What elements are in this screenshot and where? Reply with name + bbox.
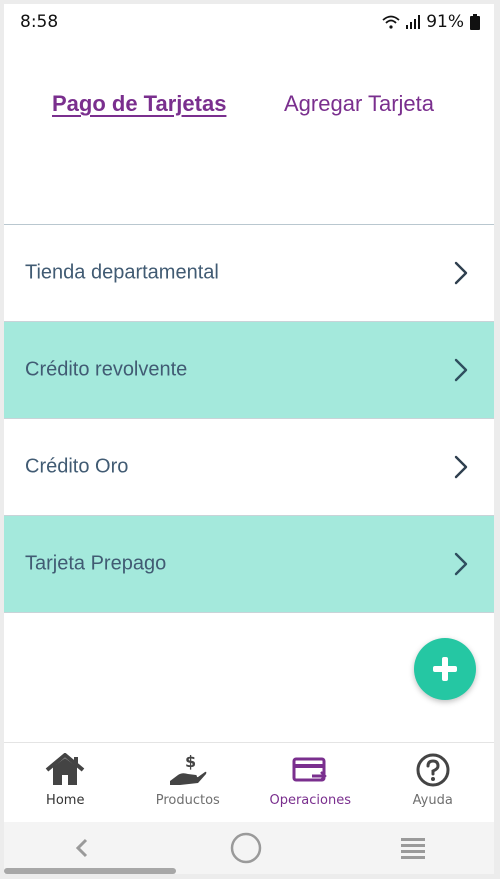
svg-text:$: $ [185,753,196,771]
card-type-list: Tienda departamental Crédito revolvente … [4,225,494,613]
list-item[interactable]: Tarjeta Prepago [4,516,494,613]
chevron-right-icon [454,261,468,285]
list-item-label: Tienda departamental [25,261,219,284]
bottom-nav: Home $ Productos Operaciones Ayuda [4,742,494,821]
nav-label-ayuda: Ayuda [412,793,453,808]
list-item-label: Crédito revolvente [25,358,188,381]
home-circle-icon[interactable] [229,831,263,865]
nav-label-productos: Productos [155,793,220,808]
nav-label-home: Home [46,793,85,808]
plus-icon [433,657,457,681]
battery-percent: 91% [426,12,464,32]
nav-item-productos[interactable]: $ Productos [127,743,250,821]
card-transfer-icon [292,757,328,782]
back-icon[interactable] [72,836,92,860]
tab-agregar-tarjeta[interactable]: Agregar Tarjeta [284,91,434,117]
battery-icon [470,14,480,30]
tab-pago-de-tarjetas[interactable]: Pago de Tarjetas [52,91,226,117]
add-card-button[interactable] [414,638,476,700]
signal-icon [406,15,421,29]
scroll-indicator [4,868,176,874]
help-icon [416,753,450,787]
list-item[interactable]: Crédito revolvente [4,322,494,419]
nav-label-operaciones: Operaciones [269,793,352,808]
recent-apps-icon[interactable] [400,836,426,860]
tab-bar: Pago de Tarjetas Agregar Tarjeta [4,74,494,134]
chevron-right-icon [454,455,468,479]
chevron-right-icon [454,358,468,382]
nav-item-home[interactable]: Home [4,743,127,821]
chevron-right-icon [454,552,468,576]
wifi-icon [382,15,400,29]
app-screen: 8:58 91% Pago de Tarjetas Agregar Tarjet… [4,4,494,874]
status-time: 8:58 [20,12,59,32]
list-item-label: Tarjeta Prepago [25,552,167,575]
list-item[interactable]: Tienda departamental [4,225,494,322]
nav-item-operaciones[interactable]: Operaciones [249,743,372,821]
list-item[interactable]: Crédito Oro [4,419,494,516]
home-icon [45,753,85,785]
status-bar: 8:58 91% [4,4,494,40]
system-nav-bar [4,822,494,874]
hand-money-icon: $ [169,753,207,785]
list-item-label: Crédito Oro [25,455,129,478]
nav-item-ayuda[interactable]: Ayuda [372,743,495,821]
